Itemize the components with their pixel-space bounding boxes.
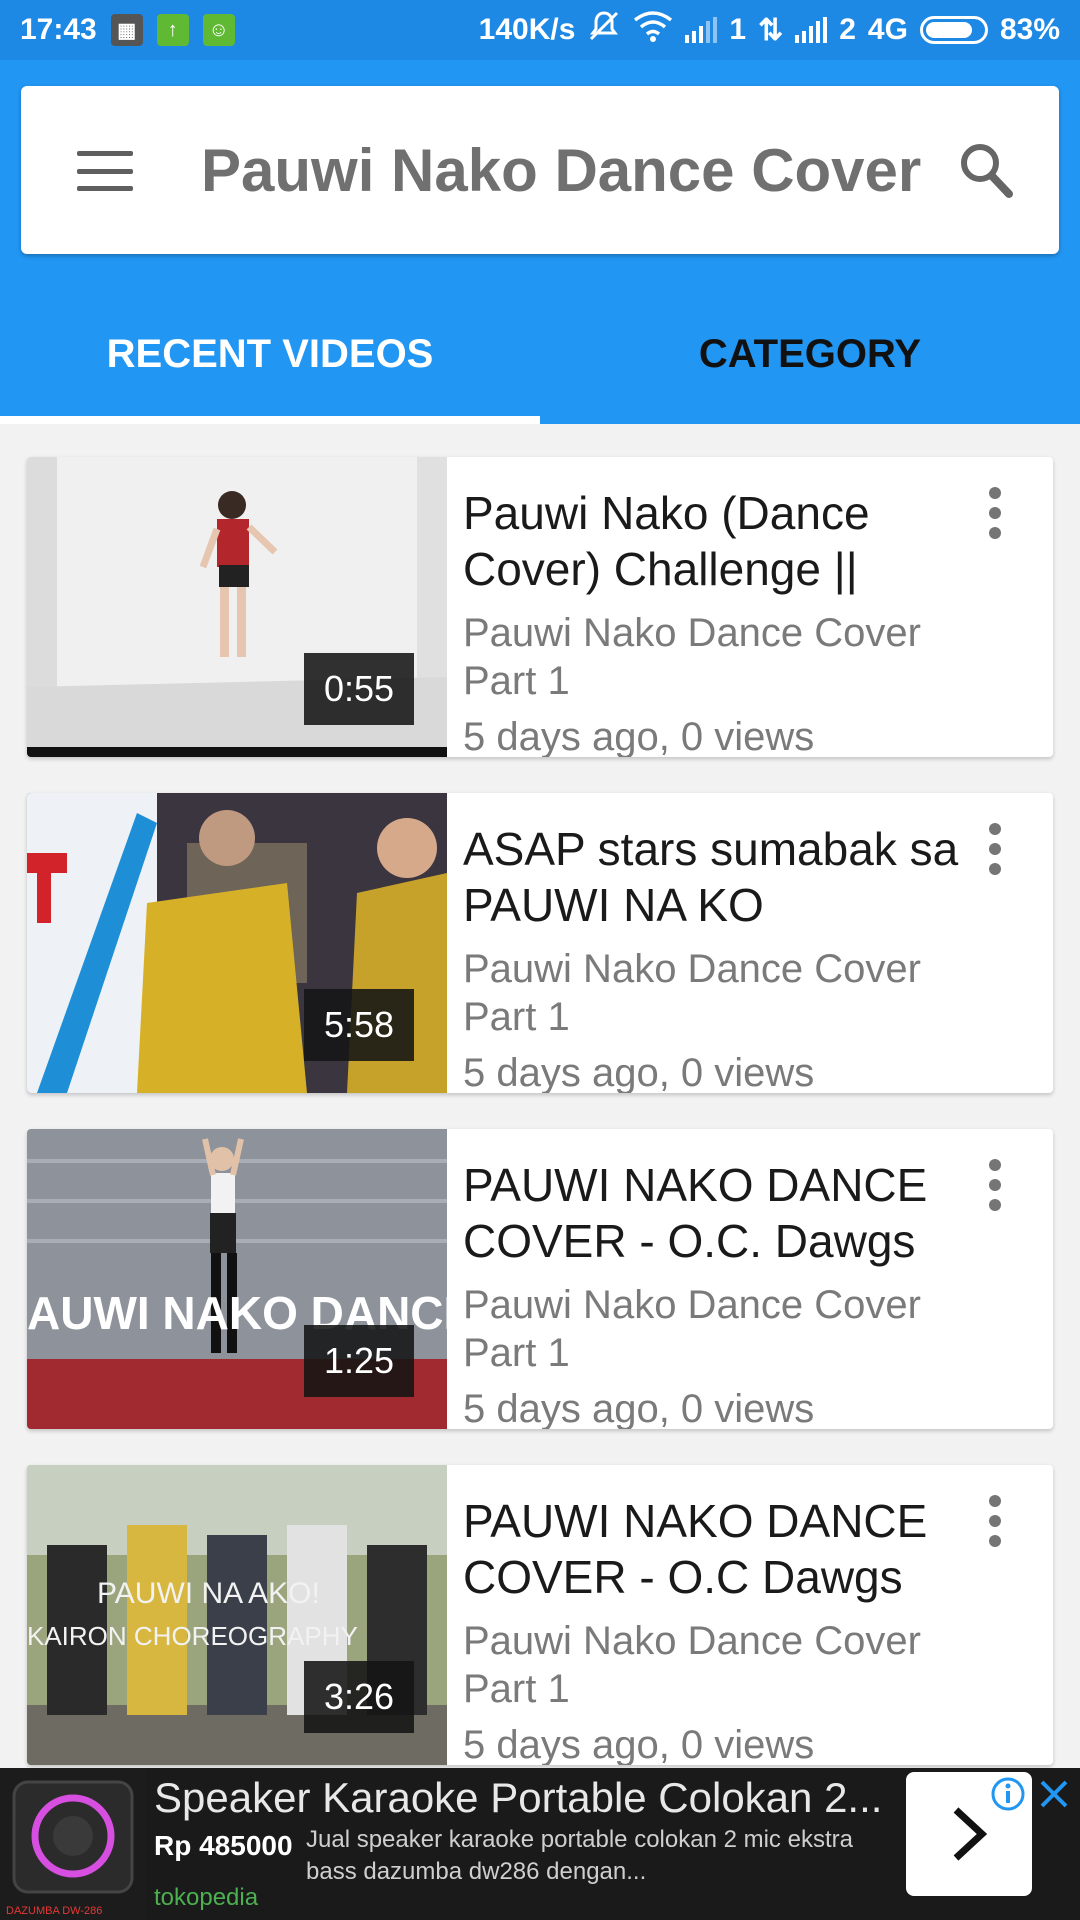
video-title[interactable]: ASAP stars sumabak sa PAUWI NA KO	[463, 821, 963, 933]
video-duration: 5:58	[304, 989, 414, 1061]
status-time: 17:43	[20, 13, 97, 46]
mute-icon	[587, 9, 621, 51]
network-type: 4G	[867, 13, 908, 46]
hamburger-menu-icon[interactable]	[77, 151, 133, 191]
bbm-notification-icon: ▦	[110, 14, 143, 46]
app-header: Pauwi Nako Dance Cover RECENT VIDEOS CAT…	[0, 60, 1080, 424]
more-options-icon[interactable]	[987, 487, 1003, 539]
search-bar[interactable]: Pauwi Nako Dance Cover	[21, 86, 1059, 254]
signal-icon-1	[685, 17, 718, 43]
video-thumbnail[interactable]: AUWI NAKO DANCE COVE 1:25	[27, 1129, 447, 1429]
sim1-label: 1	[729, 13, 747, 46]
tab-recent-videos[interactable]: RECENT VIDEOS	[0, 320, 540, 424]
ad-product-image[interactable]: DAZUMBA DW-286	[0, 1768, 146, 1920]
upload-notification-icon: ↑	[156, 14, 189, 46]
android-notification-icon: ☺	[202, 14, 235, 46]
status-bar: 17:43 ▦ ↑ ☺ 140K/s 1 ⇅ 2 4G 83%	[0, 0, 1080, 60]
video-channel: Pauwi Nako Dance Cover Part 1	[463, 611, 921, 703]
data-transfer-icon: ⇅	[758, 13, 784, 47]
video-duration: 0:55	[304, 653, 414, 725]
wifi-icon	[633, 10, 673, 50]
video-meta: 5 days ago, 0 views	[463, 1723, 815, 1765]
video-meta: 5 days ago, 0 views	[463, 1051, 815, 1093]
thumbnail-overlay-subtext: KAIRON CHOREOGRAPHY	[27, 1621, 358, 1651]
video-card[interactable]: 0:55 Pauwi Nako (Dance Cover) Challenge …	[27, 457, 1053, 757]
active-tab-indicator	[0, 416, 540, 424]
video-title[interactable]: PAUWI NAKO DANCE COVER - O.C Dawgs	[463, 1493, 963, 1605]
ad-close-icon[interactable]	[1036, 1776, 1072, 1812]
video-thumbnail[interactable]: 5:58	[27, 793, 447, 1093]
video-channel: Pauwi Nako Dance Cover Part 1	[463, 1283, 921, 1375]
chevron-right-icon	[953, 1807, 988, 1861]
video-duration: 1:25	[304, 1325, 414, 1397]
ad-title[interactable]: Speaker Karaoke Portable Colokan 2...	[154, 1774, 882, 1822]
video-thumbnail[interactable]: PAUWI NA AKO! KAIRON CHOREOGRAPHY 3:26	[27, 1465, 447, 1765]
sim2-label: 2	[839, 13, 856, 46]
more-options-icon[interactable]	[987, 1159, 1003, 1211]
video-channel: Pauwi Nako Dance Cover Part 1	[463, 947, 921, 1039]
ad-source: tokopedia	[154, 1884, 259, 1911]
video-channel: Pauwi Nako Dance Cover Part 1	[463, 1619, 921, 1711]
ad-info-icon[interactable]	[990, 1776, 1026, 1812]
video-title[interactable]: Pauwi Nako (Dance Cover) Challenge ||	[463, 485, 963, 597]
app-title: Pauwi Nako Dance Cover	[201, 137, 922, 204]
ad-price: Rp 485000	[154, 1830, 293, 1861]
signal-icon-2	[795, 17, 828, 43]
tab-category[interactable]: CATEGORY	[540, 320, 1080, 424]
more-options-icon[interactable]	[987, 823, 1003, 875]
ad-banner[interactable]: DAZUMBA DW-286 Speaker Karaoke Portable …	[0, 1768, 1080, 1920]
video-duration: 3:26	[304, 1661, 414, 1733]
search-icon[interactable]	[959, 142, 1013, 198]
network-speed: 140K/s	[478, 13, 576, 46]
battery-icon	[919, 16, 988, 44]
video-card[interactable]: PAUWI NA AKO! KAIRON CHOREOGRAPHY 3:26 P…	[27, 1465, 1053, 1765]
video-card[interactable]: AUWI NAKO DANCE COVE 1:25 PAUWI NAKO DAN…	[27, 1129, 1053, 1429]
battery-percent: 83%	[999, 13, 1060, 46]
video-title[interactable]: PAUWI NAKO DANCE COVER - O.C. Dawgs	[463, 1157, 963, 1269]
ad-description: Jual speaker karaoke portable colokan 2 …	[306, 1826, 853, 1885]
video-thumbnail[interactable]: 0:55	[27, 457, 447, 757]
tab-bar: RECENT VIDEOS CATEGORY	[0, 320, 1080, 424]
video-list[interactable]: 0:55 Pauwi Nako (Dance Cover) Challenge …	[0, 424, 1080, 1768]
video-meta: 5 days ago, 0 views	[463, 715, 815, 757]
thumbnail-overlay-text: PAUWI NA AKO!	[97, 1577, 320, 1610]
ad-product-label: DAZUMBA DW-286	[6, 1905, 102, 1917]
video-card[interactable]: 5:58 ASAP stars sumabak sa PAUWI NA KO P…	[27, 793, 1053, 1093]
video-meta: 5 days ago, 0 views	[463, 1387, 815, 1429]
more-options-icon[interactable]	[987, 1495, 1003, 1547]
